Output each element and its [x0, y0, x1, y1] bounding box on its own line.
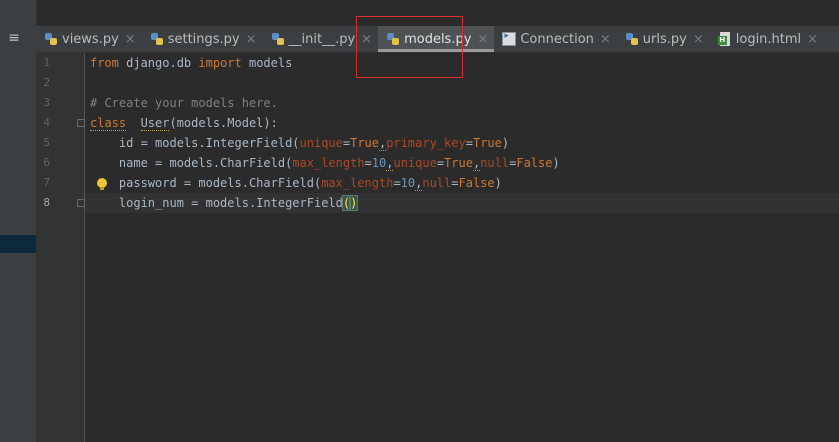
fold-marker-icon[interactable]	[77, 119, 85, 127]
param-name: primary_key	[386, 136, 466, 150]
param-name: max_length	[292, 156, 365, 170]
tab-connection[interactable]: Connection ×	[494, 26, 616, 52]
code-text: id = models.IntegerField(	[90, 136, 300, 150]
close-icon[interactable]: ×	[477, 32, 488, 47]
code-line-4: class User(models.Model):	[90, 113, 278, 133]
matched-paren: )	[349, 195, 359, 211]
python-file-icon	[625, 32, 639, 46]
tab-login-html[interactable]: login.html ×	[710, 26, 824, 52]
python-file-icon	[386, 32, 400, 46]
editor-tab-bar: views.py × settings.py × __init__.py × m…	[36, 26, 839, 53]
code-text: =	[465, 136, 473, 150]
keyword-value: False	[516, 156, 553, 170]
close-icon[interactable]: ×	[693, 32, 704, 47]
tab-label: __init__.py	[288, 31, 356, 47]
code-line-6: name = models.CharField(max_length=10,un…	[90, 153, 560, 173]
tab-label: Connection	[520, 31, 594, 47]
line-number: 1	[43, 56, 50, 69]
code-text: password = models.CharField(	[90, 176, 322, 190]
keyword: import	[198, 56, 242, 70]
line-number-gutter: 1 2 3 4 5 6 7 8	[36, 53, 85, 442]
code-text: (models.Model):	[169, 116, 278, 130]
line-number: 2	[43, 76, 50, 89]
code-text: )	[494, 176, 502, 190]
code-editor[interactable]: from django.db import models # Create yo…	[85, 53, 839, 442]
selected-tree-row[interactable]	[0, 235, 36, 253]
python-file-icon	[150, 32, 164, 46]
line-number: 5	[43, 136, 50, 149]
keyword: class	[90, 116, 127, 131]
tab-label: urls.py	[642, 31, 687, 47]
code-text: =	[364, 156, 372, 170]
menu-icon[interactable]: ≡	[0, 30, 28, 46]
project-panel-strip: ≡	[0, 0, 37, 442]
code-text: login_num = models.IntegerField	[90, 196, 343, 210]
comment: # Create your models here.	[90, 96, 278, 110]
tab-models-py[interactable]: models.py ×	[378, 26, 495, 52]
tab-label: views.py	[62, 31, 119, 47]
line-number: 6	[43, 156, 50, 169]
number-value: 10	[400, 176, 416, 190]
code-line-1: from django.db import models	[90, 53, 292, 73]
keyword-value: False	[458, 176, 495, 190]
param-name: null	[480, 156, 510, 170]
tab-settings-py[interactable]: settings.py ×	[142, 26, 263, 52]
param-name: unique	[393, 156, 437, 170]
python-file-icon	[271, 32, 285, 46]
close-icon[interactable]: ×	[807, 32, 818, 47]
class-name: User	[140, 116, 170, 131]
tab-label: login.html	[735, 31, 802, 47]
tab-init-py[interactable]: __init__.py ×	[263, 26, 379, 52]
close-icon[interactable]: ×	[246, 32, 257, 47]
code-text: models	[241, 56, 293, 70]
close-icon[interactable]: ×	[600, 32, 611, 47]
close-icon[interactable]: ×	[361, 32, 372, 47]
connection-file-icon	[502, 31, 517, 46]
code-text: =	[393, 176, 401, 190]
code-line-3: # Create your models here.	[90, 93, 278, 113]
code-text: )	[552, 156, 560, 170]
code-line-7: password = models.CharField(max_length=1…	[90, 173, 502, 193]
code-text: django.db	[118, 56, 199, 70]
fold-marker-icon[interactable]	[77, 199, 85, 207]
python-file-icon	[44, 32, 58, 46]
tab-label: models.py	[404, 31, 472, 47]
keyword-value: True	[472, 136, 502, 150]
tab-urls-py[interactable]: urls.py ×	[617, 26, 710, 52]
close-icon[interactable]: ×	[125, 32, 136, 47]
line-number: 3	[43, 96, 50, 109]
code-text: =	[436, 156, 445, 170]
code-text: )	[501, 136, 510, 150]
tab-views-py[interactable]: views.py ×	[36, 26, 142, 52]
tab-label: settings.py	[167, 31, 240, 47]
param-name: max_length	[321, 176, 394, 190]
param-name: null	[422, 176, 452, 190]
line-number: 8	[43, 196, 50, 209]
code-line-8: login_num = models.IntegerField()	[90, 193, 359, 213]
code-text: name = models.CharField(	[90, 156, 293, 170]
param-name: unique	[299, 136, 343, 150]
code-line-5: id = models.IntegerField(unique=True,pri…	[90, 133, 509, 153]
html-file-icon	[717, 32, 732, 46]
number-value: 10	[371, 156, 387, 170]
keyword-value: True	[350, 136, 380, 150]
keyword-value: True	[444, 156, 473, 170]
line-number: 7	[43, 176, 50, 189]
code-text: =	[451, 176, 459, 190]
keyword: from	[90, 56, 119, 70]
line-number: 4	[43, 116, 50, 129]
